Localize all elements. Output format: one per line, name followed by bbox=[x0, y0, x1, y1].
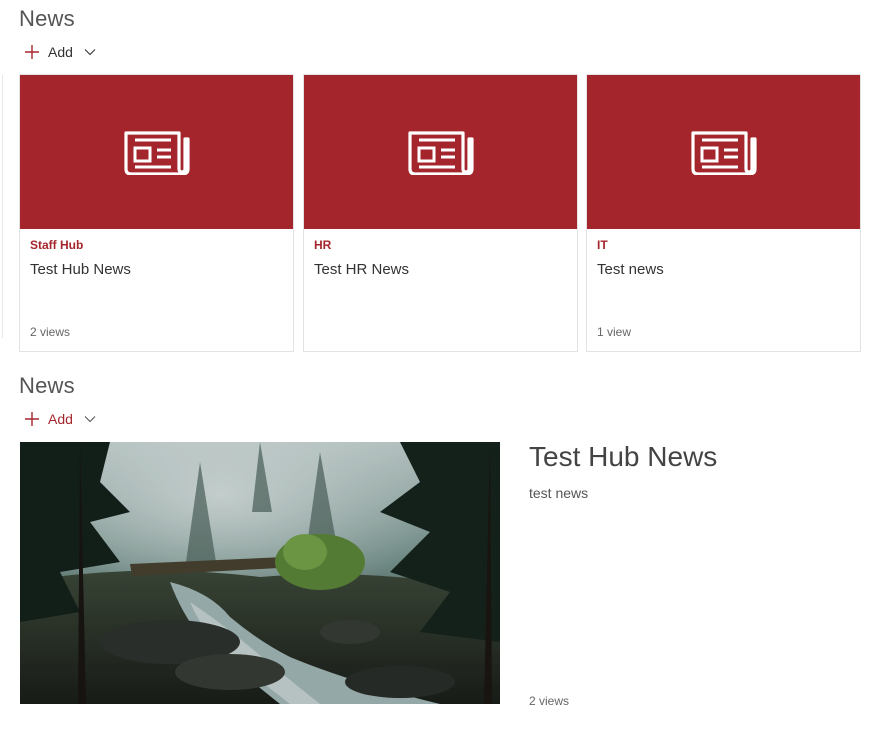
news-card-it[interactable]: IT Test news 1 view bbox=[586, 74, 861, 352]
add-news-button-2[interactable]: Add bbox=[24, 411, 96, 427]
plus-icon bbox=[25, 412, 39, 426]
chevron-down-icon[interactable] bbox=[84, 48, 96, 56]
newspaper-icon bbox=[690, 131, 757, 175]
card-thumbnail bbox=[587, 75, 860, 229]
hero-news-image[interactable] bbox=[20, 442, 500, 704]
left-divider bbox=[2, 75, 3, 338]
card-site-label[interactable]: HR bbox=[314, 238, 331, 252]
plus-icon bbox=[25, 45, 39, 59]
card-title[interactable]: Test news bbox=[597, 261, 664, 278]
card-site-label[interactable]: Staff Hub bbox=[30, 238, 83, 252]
card-title[interactable]: Test Hub News bbox=[30, 261, 131, 278]
card-view-count: 2 views bbox=[30, 325, 71, 339]
newspaper-icon bbox=[407, 131, 474, 175]
news-card-staff-hub[interactable]: Staff Hub Test Hub News 2 views bbox=[19, 74, 294, 352]
card-view-count: 1 view bbox=[597, 325, 632, 339]
card-thumbnail bbox=[20, 75, 293, 229]
card-title[interactable]: Test HR News bbox=[314, 261, 409, 278]
card-site-label[interactable]: IT bbox=[597, 238, 608, 252]
add-news-button[interactable]: Add bbox=[24, 44, 96, 60]
add-label: Add bbox=[48, 44, 73, 60]
hero-news-description: test news bbox=[529, 485, 589, 501]
chevron-down-icon[interactable] bbox=[84, 415, 96, 423]
forest-stream-image bbox=[20, 442, 500, 704]
hero-view-count: 2 views bbox=[529, 694, 570, 708]
card-thumbnail bbox=[304, 75, 577, 229]
newspaper-icon bbox=[123, 131, 190, 175]
add-label: Add bbox=[48, 411, 73, 427]
section-title-news-2: News bbox=[19, 373, 75, 398]
news-card-hr[interactable]: HR Test HR News bbox=[303, 74, 578, 352]
hero-news-title[interactable]: Test Hub News bbox=[529, 441, 717, 473]
section-title-news: News bbox=[19, 6, 75, 31]
